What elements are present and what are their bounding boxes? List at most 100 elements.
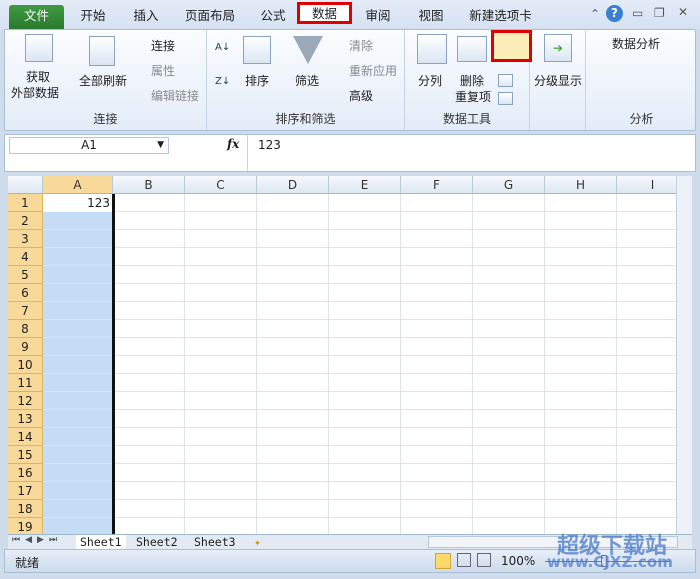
consolidate-icon[interactable]	[498, 74, 513, 87]
sheet-tab-2[interactable]: Sheet2	[132, 535, 182, 550]
row-header[interactable]: 19	[8, 518, 43, 534]
gridline	[43, 283, 676, 284]
get-external-data-button[interactable]: 获取	[26, 68, 50, 85]
gridline	[43, 517, 676, 518]
column-header[interactable]: F	[401, 176, 473, 194]
gridline	[43, 427, 676, 428]
column-header[interactable]: G	[473, 176, 545, 194]
row-header[interactable]: 13	[8, 410, 43, 428]
column-header[interactable]: B	[113, 176, 185, 194]
group-label-analysis: 分析	[629, 112, 654, 126]
page-layout-view-icon[interactable]	[457, 553, 471, 567]
tab-data[interactable]: 数据	[297, 2, 352, 24]
refresh-all-button[interactable]: 全部刷新	[79, 72, 127, 89]
data-analysis-button[interactable]: 数据分析	[594, 35, 660, 52]
row-header[interactable]: 4	[8, 248, 43, 266]
column-header[interactable]: D	[257, 176, 329, 194]
minimize-ribbon-icon[interactable]: ⌃	[590, 7, 600, 21]
data-validation-button[interactable]	[491, 30, 532, 62]
row-header[interactable]: 2	[8, 212, 43, 230]
row-header[interactable]: 6	[8, 284, 43, 302]
cell-A1[interactable]: 123	[43, 194, 113, 212]
reapply-button[interactable]: 重新应用	[333, 62, 397, 79]
group-data-tools: 分列 删除 重复项 数据工具	[405, 30, 532, 130]
row-header[interactable]: 8	[8, 320, 43, 338]
group-connections: 获取 外部数据 全部刷新 连接 属性 编辑链接 连接	[5, 30, 207, 130]
help-icon[interactable]: ?	[606, 5, 623, 22]
what-if-analysis-icon[interactable]	[498, 92, 513, 105]
column-header[interactable]: C	[185, 176, 257, 194]
text-to-columns-button[interactable]: 分列	[418, 72, 442, 89]
gridline	[43, 481, 676, 482]
row-header[interactable]: 18	[8, 500, 43, 518]
connections-button[interactable]: 连接	[133, 37, 175, 54]
tab-review[interactable]: 审阅	[357, 5, 399, 29]
row-header[interactable]: 3	[8, 230, 43, 248]
outline-button[interactable]: 分级显示	[534, 72, 582, 89]
gridline	[616, 194, 617, 534]
row-header[interactable]: 12	[8, 392, 43, 410]
close-icon[interactable]: ✕	[678, 5, 688, 19]
sheet-tab-1[interactable]: Sheet1	[76, 535, 126, 550]
row-header[interactable]: 17	[8, 482, 43, 500]
refresh-icon	[89, 36, 115, 66]
column-header[interactable]: E	[329, 176, 401, 194]
gridline	[43, 463, 676, 464]
advanced-button[interactable]: 高级	[333, 87, 373, 104]
row-header[interactable]: 7	[8, 302, 43, 320]
name-box-value: A1	[81, 138, 97, 152]
vertical-scrollbar[interactable]	[676, 176, 692, 534]
remove-duplicates-icon	[457, 36, 487, 62]
filter-button[interactable]: 筛选	[295, 72, 319, 89]
row-header[interactable]: 14	[8, 428, 43, 446]
name-box[interactable]: A1 ▼	[9, 137, 169, 154]
tab-file[interactable]: 文件	[9, 5, 64, 29]
gridline	[544, 194, 545, 534]
selection-border	[112, 194, 115, 534]
tab-view[interactable]: 视图	[410, 5, 452, 29]
select-all-corner[interactable]	[8, 176, 43, 194]
column-header[interactable]: H	[545, 176, 617, 194]
edit-links-button[interactable]: 编辑链接	[133, 87, 199, 104]
worksheet-grid[interactable]: A B C D E F G H I 1 2 3 4 5 6 7 8 9 10 11 12 13 14 15 16 17 18 19 12…	[8, 176, 676, 534]
minimize-icon[interactable]: ▭	[632, 6, 643, 20]
row-header[interactable]: 1	[8, 194, 43, 212]
tab-formulas[interactable]: 公式	[252, 5, 294, 29]
sheet-nav-buttons[interactable]: ⏮◀▶⏭	[12, 535, 62, 545]
row-header[interactable]: 10	[8, 356, 43, 374]
remove-duplicates-button[interactable]: 删除	[460, 72, 484, 89]
sort-button[interactable]: 排序	[245, 72, 269, 89]
row-header[interactable]: 9	[8, 338, 43, 356]
column-header[interactable]: I	[617, 176, 676, 194]
tab-new[interactable]: 新建选项卡	[463, 5, 538, 29]
clear-button[interactable]: 清除	[333, 37, 373, 54]
zoom-level[interactable]: 100%	[501, 554, 535, 568]
filter-icon	[293, 36, 323, 64]
row-header[interactable]: 11	[8, 374, 43, 392]
properties-button[interactable]: 属性	[133, 62, 175, 79]
restore-icon[interactable]: ❐	[654, 6, 665, 20]
gridline	[43, 247, 676, 248]
row-header[interactable]: 16	[8, 464, 43, 482]
tab-page-layout[interactable]: 页面布局	[180, 5, 240, 29]
tab-insert[interactable]: 插入	[125, 5, 167, 29]
page-break-view-icon[interactable]	[477, 553, 491, 567]
column-header[interactable]: A	[43, 176, 113, 194]
row-header[interactable]: 15	[8, 446, 43, 464]
row-header[interactable]: 5	[8, 266, 43, 284]
ribbon-tabs: 文件 开始 插入 页面布局 公式 数据 审阅 视图 新建选项卡 ⌃ ? ▭ ❐ …	[0, 0, 700, 29]
tab-home[interactable]: 开始	[72, 5, 114, 29]
gridline	[256, 194, 257, 534]
formula-input[interactable]: 123	[247, 135, 677, 171]
sort-asc-button[interactable]: A↓	[215, 42, 230, 53]
insert-sheet-icon[interactable]: ✦	[250, 535, 265, 550]
insert-function-icon[interactable]: fx	[227, 137, 239, 151]
status-bar: 就绪 100% 超级下载站 www.CJXZ.com	[4, 534, 696, 573]
sort-desc-button[interactable]: Z↓	[215, 76, 230, 87]
selected-column	[43, 194, 113, 534]
sheet-tab-3[interactable]: Sheet3	[190, 535, 240, 550]
normal-view-icon[interactable]	[435, 553, 451, 569]
get-external-data-label[interactable]: 外部数据	[11, 84, 59, 101]
remove-duplicates-label[interactable]: 重复项	[455, 88, 491, 105]
gridline	[184, 194, 185, 534]
